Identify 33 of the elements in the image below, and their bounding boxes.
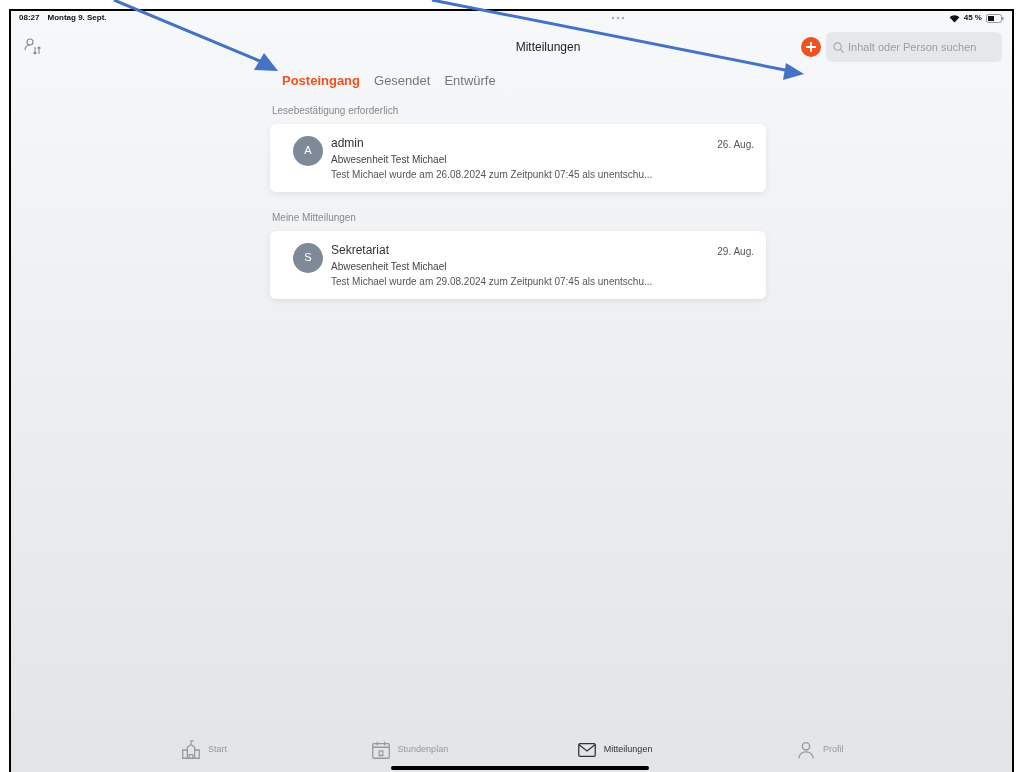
wifi-icon: [948, 13, 960, 23]
status-time: 08:27: [19, 12, 40, 24]
tab-bar-item[interactable]: Profil: [716, 739, 922, 761]
message-preview: Test Michael wurde am 29.08.2024 zum Zeitpunkt 07:45 als unentschu...: [331, 274, 654, 289]
message-date: 26. Aug.: [717, 137, 754, 152]
tab-bar-item[interactable]: Stundenplan: [306, 739, 512, 761]
message-card[interactable]: S Sekretariat 29. Aug. Abwesenheit Test Michael Test Michael wurde am 29.08.2024 zum Zeitpunkt 07:45 als unentschu...: [270, 230, 766, 299]
message-subject: Abwesenheit Test Michael: [331, 259, 448, 274]
message-sender: Sekretariat: [331, 241, 390, 259]
message-date: 29. Aug.: [717, 244, 754, 259]
plus-icon: [805, 41, 817, 53]
person-sort-icon: [23, 37, 43, 57]
add-button[interactable]: [801, 37, 821, 57]
battery-icon: [986, 13, 1004, 23]
message-tab[interactable]: Posteingang: [282, 71, 360, 91]
section-heading: Meine Mitteilungen: [271, 210, 357, 225]
message-sender: admin: [331, 134, 364, 152]
message-tab[interactable]: Gesendet: [374, 71, 431, 91]
search-field[interactable]: Inhalt oder Person suchen: [826, 32, 1002, 62]
more-dots-icon: [610, 16, 625, 20]
message-tab[interactable]: Entwürfe: [444, 71, 496, 91]
message-preview: Test Michael wurde am 26.08.2024 zum Zeitpunkt 07:45 als unentschu...: [331, 167, 654, 182]
message-card[interactable]: A admin 26. Aug. Abwesenheit Test Michael Test Michael wurde am 26.08.2024 zum Zeitpunkt 07:45 als unentschu...: [270, 123, 766, 192]
page-title: Mitteilungen: [515, 39, 581, 56]
calendar-icon: [369, 739, 392, 761]
school-building-icon: [180, 739, 203, 761]
status-date: Montag 9. Sept.: [47, 12, 107, 24]
search-icon: [833, 42, 844, 53]
section-heading: Lesebestätigung erforderlich: [271, 103, 400, 118]
tab-bar-item[interactable]: Mitteilungen: [511, 739, 717, 761]
battery-percent: 45 %: [963, 12, 982, 24]
message-subject: Abwesenheit Test Michael: [331, 152, 448, 167]
tab-bar-item[interactable]: Start: [101, 739, 307, 761]
